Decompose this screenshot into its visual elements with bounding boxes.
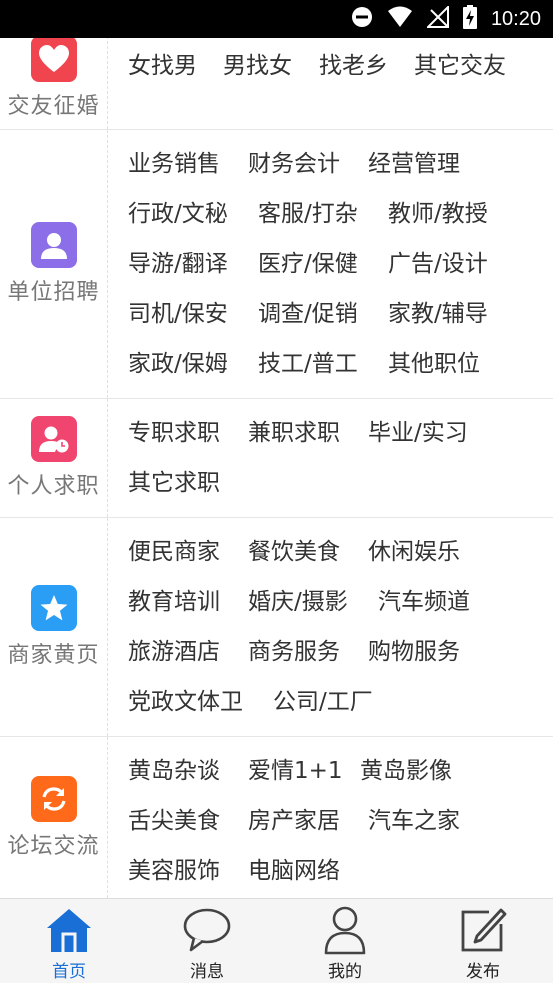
category-item[interactable]: 导游/翻译	[128, 244, 228, 278]
section-job-seeking: 个人求职 专职求职 兼职求职 毕业/实习 其它求职	[0, 399, 553, 518]
battery-charging-icon	[462, 5, 477, 33]
person-clock-icon	[30, 416, 77, 462]
section-label: 单位招聘	[7, 280, 100, 305]
category-item[interactable]: 公司/工厂	[273, 682, 373, 716]
category-item[interactable]: 找老乡	[319, 46, 388, 80]
category-item[interactable]: 广告/设计	[388, 244, 488, 278]
category-item[interactable]: 其它交友	[414, 46, 506, 80]
heart-icon	[30, 38, 77, 82]
category-item[interactable]: 电脑网络	[248, 851, 340, 885]
tab-label: 消息	[190, 962, 224, 982]
category-item[interactable]: 司机/保安	[128, 294, 228, 328]
category-item[interactable]: 其它求职	[128, 463, 220, 497]
category-item[interactable]: 婚庆/摄影	[248, 582, 348, 616]
section-header[interactable]: 论坛交流	[0, 737, 108, 898]
status-time: 10:20	[490, 7, 541, 30]
section-label: 个人求职	[7, 474, 100, 499]
category-item[interactable]: 商务服务	[248, 632, 340, 666]
category-item[interactable]: 便民商家	[128, 532, 220, 566]
category-item[interactable]: 调查/促销	[258, 294, 358, 328]
category-item[interactable]: 家教/辅导	[388, 294, 488, 328]
category-list: 交友征婚 女找男 男找女 找老乡 其它交友 单位招聘 业务销售 财务会计 经营管…	[0, 38, 553, 898]
section-label: 论坛交流	[7, 833, 100, 859]
category-item[interactable]: 其他职位	[388, 344, 480, 378]
category-item[interactable]: 专职求职	[128, 413, 220, 447]
category-item[interactable]: 汽车之家	[368, 801, 460, 835]
category-item[interactable]: 爱情1+1	[248, 751, 343, 785]
tab-home[interactable]: 首页	[0, 899, 138, 984]
tab-messages[interactable]: 消息	[138, 899, 276, 984]
section-label: 交友征婚	[7, 93, 100, 119]
tab-label: 我的	[328, 962, 362, 982]
category-item[interactable]: 餐饮美食	[248, 532, 340, 566]
section-recruitment: 单位招聘 业务销售 财务会计 经营管理 行政/文秘 客服/打杂 教师/教授 导游…	[0, 130, 553, 399]
section-label: 商家黄页	[7, 643, 100, 668]
section-header[interactable]: 个人求职	[0, 399, 108, 517]
chat-bubble-icon	[182, 905, 232, 955]
person-icon	[30, 222, 77, 268]
category-item[interactable]: 美容服饰	[128, 851, 220, 885]
category-item[interactable]: 兼职求职	[248, 413, 340, 447]
do-not-disturb-icon	[351, 6, 373, 32]
category-item[interactable]: 毕业/实习	[368, 413, 468, 447]
section-dating: 交友征婚 女找男 男找女 找老乡 其它交友	[0, 38, 553, 130]
wifi-icon	[387, 6, 413, 32]
category-item[interactable]: 家政/保姆	[128, 344, 228, 378]
category-item[interactable]: 财务会计	[248, 144, 340, 178]
category-item[interactable]: 医疗/保健	[258, 244, 358, 278]
category-item[interactable]: 黄岛杂谈	[128, 751, 220, 785]
home-icon	[44, 905, 94, 955]
category-item[interactable]: 男找女	[223, 46, 292, 80]
category-item[interactable]: 行政/文秘	[128, 194, 228, 228]
section-yellow-pages: 商家黄页 便民商家 餐饮美食 休闲娱乐 教育培训 婚庆/摄影 汽车频道 旅游酒店…	[0, 518, 553, 737]
category-item[interactable]: 黄岛影像	[360, 751, 452, 785]
category-item[interactable]: 教师/教授	[388, 194, 488, 228]
category-item[interactable]: 女找男	[128, 46, 197, 80]
section-header[interactable]: 单位招聘	[0, 130, 108, 398]
category-item[interactable]: 技工/普工	[258, 344, 358, 378]
category-item[interactable]: 教育培训	[128, 582, 220, 616]
category-item[interactable]: 旅游酒店	[128, 632, 220, 666]
bottom-tab-bar: 首页 消息 我的 发布	[0, 898, 553, 983]
category-item[interactable]: 汽车频道	[378, 582, 470, 616]
section-header[interactable]: 商家黄页	[0, 518, 108, 736]
tab-label: 发布	[466, 962, 500, 982]
category-item[interactable]: 党政文体卫	[128, 682, 243, 716]
refresh-icon	[30, 775, 77, 822]
user-icon	[323, 905, 367, 955]
star-icon	[30, 585, 77, 631]
section-header[interactable]: 交友征婚	[0, 38, 108, 129]
tab-publish[interactable]: 发布	[414, 899, 552, 984]
category-item[interactable]: 房产家居	[248, 801, 340, 835]
category-item[interactable]: 舌尖美食	[128, 801, 220, 835]
no-signal-icon	[425, 4, 449, 32]
tab-label: 首页	[52, 962, 86, 982]
category-item[interactable]: 客服/打杂	[258, 194, 358, 228]
section-forum: 论坛交流 黄岛杂谈 爱情1+1 黄岛影像 舌尖美食 房产家居 汽车之家 美容服饰…	[0, 737, 553, 898]
category-item[interactable]: 经营管理	[368, 144, 460, 178]
category-item[interactable]: 购物服务	[368, 632, 460, 666]
category-item[interactable]: 业务销售	[128, 144, 220, 178]
category-item[interactable]: 休闲娱乐	[368, 532, 460, 566]
status-bar: 10:20	[0, 0, 553, 38]
edit-icon	[459, 905, 507, 955]
tab-profile[interactable]: 我的	[276, 899, 414, 984]
